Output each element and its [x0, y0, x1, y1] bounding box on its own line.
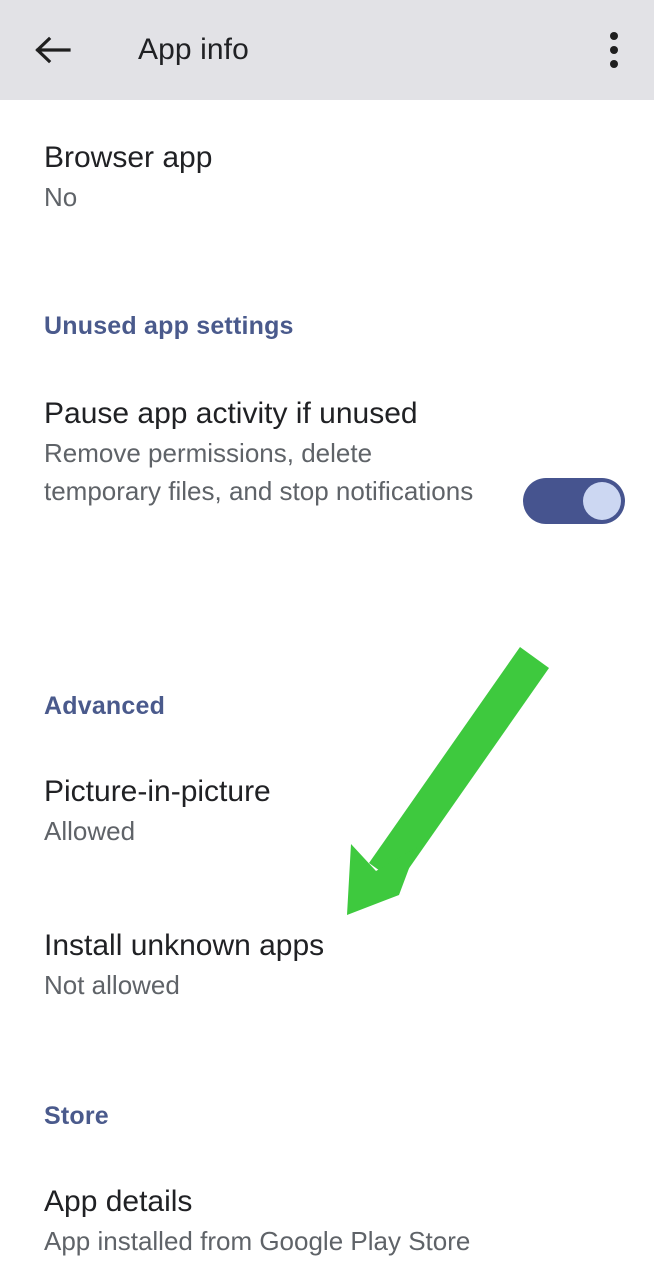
list-item-picture-in-picture[interactable]: Picture-in-picture Allowed: [44, 772, 624, 850]
section-header-unused-app-settings: Unused app settings: [44, 312, 294, 340]
more-vert-icon[interactable]: [588, 22, 640, 78]
list-item-value: App installed from Google Play Store: [44, 1226, 471, 1256]
toggle-thumb: [583, 482, 621, 520]
list-item-title: Picture-in-picture: [44, 775, 271, 808]
overflow-dot: [610, 46, 618, 54]
section-header-advanced: Advanced: [44, 692, 166, 720]
list-item-title: Browser app: [44, 141, 213, 174]
list-item-value: Remove permissions, delete temporary fil…: [44, 438, 474, 506]
overflow-dot: [610, 60, 618, 68]
list-item-title: Install unknown apps: [44, 929, 325, 962]
app-info-screen: App info Browser app No Unused app setti…: [0, 0, 654, 1280]
toggle-pause-app-activity[interactable]: [523, 478, 625, 524]
list-item-value: Not allowed: [44, 970, 180, 1000]
list-item-title: Pause app activity if unused: [44, 397, 418, 430]
overflow-dot: [610, 32, 618, 40]
list-item-app-details[interactable]: App details App installed from Google Pl…: [44, 1182, 624, 1260]
list-item-pause-app-activity[interactable]: Pause app activity if unused Remove perm…: [44, 394, 473, 510]
list-item-title: App details: [44, 1185, 193, 1218]
list-item-install-unknown-apps[interactable]: Install unknown apps Not allowed: [44, 926, 624, 1004]
back-button[interactable]: [24, 22, 80, 78]
list-item-value: No: [44, 182, 78, 212]
section-header-store: Store: [44, 1102, 109, 1130]
page-title: App info: [138, 33, 249, 66]
list-item-value: Allowed: [44, 816, 136, 846]
arrow-left-icon: [32, 30, 72, 70]
app-bar: App info: [0, 0, 654, 100]
list-item-browser-app[interactable]: Browser app No: [44, 138, 624, 216]
